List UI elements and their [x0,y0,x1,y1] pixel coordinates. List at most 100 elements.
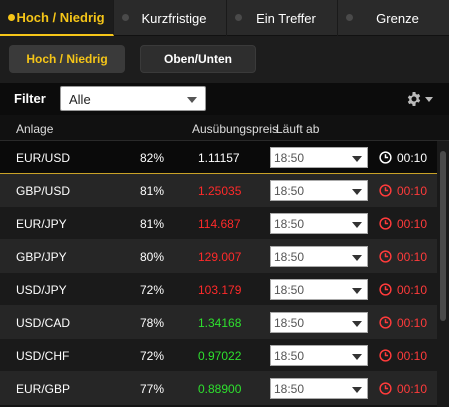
asset-name: EUR/USD [16,151,71,165]
chevron-down-icon [352,387,362,393]
expiry-select[interactable]: 18:50 [270,246,368,267]
tab-indicator-dot [235,14,242,21]
payout-percent: 77% [140,382,165,396]
sub-tab-bar: Hoch / Niedrig Oben/Unten [0,36,449,83]
time-remaining: 00:10 [397,184,428,198]
strike-price: 0.88900 [198,382,242,396]
expiry-select[interactable]: 18:50 [270,213,368,234]
table-row[interactable]: EUR/GBP 77% 0.88900 18:50 00:10 [0,372,437,405]
gear-icon [407,92,421,106]
expiry-select[interactable]: 18:50 [270,180,368,201]
column-header-asset: Anlage [16,122,54,136]
expiry-select[interactable]: 18:50 [270,312,368,333]
filter-select[interactable]: Alle [60,86,206,111]
table-header: Anlage Ausübungspreis Läuft ab [0,115,449,141]
time-remaining: 00:10 [397,217,428,231]
chevron-down-icon [425,96,433,102]
chevron-down-icon [352,354,362,360]
table-row[interactable]: EUR/JPY 81% 114.687 18:50 00:10 [0,207,437,240]
clock-icon [379,184,392,197]
asset-name: USD/CHF [16,349,70,363]
tab-indicator-dot [122,14,129,21]
payout-percent: 72% [140,349,165,363]
table-row[interactable]: GBP/USD 81% 1.25035 18:50 00:10 [0,174,437,207]
column-header-expiry: Läuft ab [276,122,320,136]
tab-indicator-dot [8,14,15,21]
expiry-value: 18:50 [274,151,305,165]
expiry-select[interactable]: 18:50 [270,279,368,300]
strike-price: 129.007 [198,250,242,264]
chevron-down-icon [352,222,362,228]
expiry-value: 18:50 [274,283,305,297]
subtab-oben-unten[interactable]: Oben/Unten [140,45,256,73]
expiry-value: 18:50 [274,316,305,330]
chevron-down-icon [352,156,362,162]
asset-name: EUR/GBP [16,382,71,396]
tab-kurzfristige[interactable]: Kurzfristige [114,0,227,36]
tab-label: Kurzfristige [141,10,207,26]
time-remaining: 00:10 [397,316,428,330]
asset-name: USD/CAD [16,316,71,330]
table-row[interactable]: USD/JPY 72% 103.179 18:50 00:10 [0,273,437,306]
payout-percent: 82% [140,151,165,165]
tab-hoch-niedrig[interactable]: Hoch / Niedrig [0,0,114,36]
clock-icon [379,382,392,395]
table-row[interactable]: USD/CHF 72% 0.97022 18:50 00:10 [0,339,437,372]
asset-name: EUR/JPY [16,217,67,231]
chevron-down-icon [352,255,362,261]
filter-value: Alle [69,92,91,107]
chevron-down-icon [352,189,362,195]
clock-icon [379,250,392,263]
chevron-down-icon [187,97,197,103]
time-remaining: 00:10 [397,250,428,264]
scrollbar[interactable] [437,141,449,407]
payout-percent: 78% [140,316,165,330]
strike-price: 1.25035 [198,184,242,198]
clock-icon [379,316,392,329]
chevron-down-icon [352,321,362,327]
clock-icon [379,151,392,164]
top-tab-bar: Hoch / Niedrig Kurzfristige Ein Treffer … [0,0,449,36]
expiry-select[interactable]: 18:50 [270,147,368,168]
table-row[interactable]: GBP/JPY 80% 129.007 18:50 00:10 [0,240,437,273]
clock-icon [379,349,392,362]
expiry-select[interactable]: 18:50 [270,378,368,399]
settings-menu-button[interactable] [406,89,436,109]
expiry-select[interactable]: 18:50 [270,345,368,366]
filter-label: Filter [14,91,46,106]
time-remaining: 00:10 [397,349,428,363]
expiry-value: 18:50 [274,349,305,363]
tab-indicator-dot [346,14,353,21]
asset-name: GBP/JPY [16,250,67,264]
table-row[interactable]: EUR/USD 82% 1.11157 18:50 00:10 [0,141,437,174]
strike-price: 1.11157 [198,151,240,165]
chevron-down-icon [352,288,362,294]
strike-price: 114.687 [198,217,241,231]
strike-price: 1.34168 [198,316,242,330]
clock-icon [379,283,392,296]
column-header-strike: Ausübungspreis [192,122,279,136]
clock-icon [379,217,392,230]
payout-percent: 80% [140,250,165,264]
filter-bar: Filter Alle [0,83,449,115]
payout-percent: 81% [140,184,165,198]
payout-percent: 81% [140,217,165,231]
expiry-value: 18:50 [274,217,305,231]
time-remaining: 00:10 [397,283,428,297]
tab-grenze[interactable]: Grenze [338,0,449,36]
table-row[interactable]: USD/CAD 78% 1.34168 18:50 00:10 [0,306,437,339]
strike-price: 0.97022 [198,349,242,363]
scrollbar-thumb[interactable] [440,151,446,321]
tab-label: Grenze [376,10,419,26]
expiry-value: 18:50 [274,382,305,396]
subtab-hoch-niedrig[interactable]: Hoch / Niedrig [9,45,125,73]
tab-ein-treffer[interactable]: Ein Treffer [227,0,338,36]
tab-label: Hoch / Niedrig [16,9,105,25]
asset-table: EUR/USD 82% 1.11157 18:50 00:10 GBP/USD … [0,141,437,405]
time-remaining: 00:10 [397,151,428,165]
expiry-value: 18:50 [274,250,305,264]
payout-percent: 72% [140,283,165,297]
asset-name: USD/JPY [16,283,67,297]
asset-name: GBP/USD [16,184,71,198]
tab-label: Ein Treffer [256,10,316,26]
